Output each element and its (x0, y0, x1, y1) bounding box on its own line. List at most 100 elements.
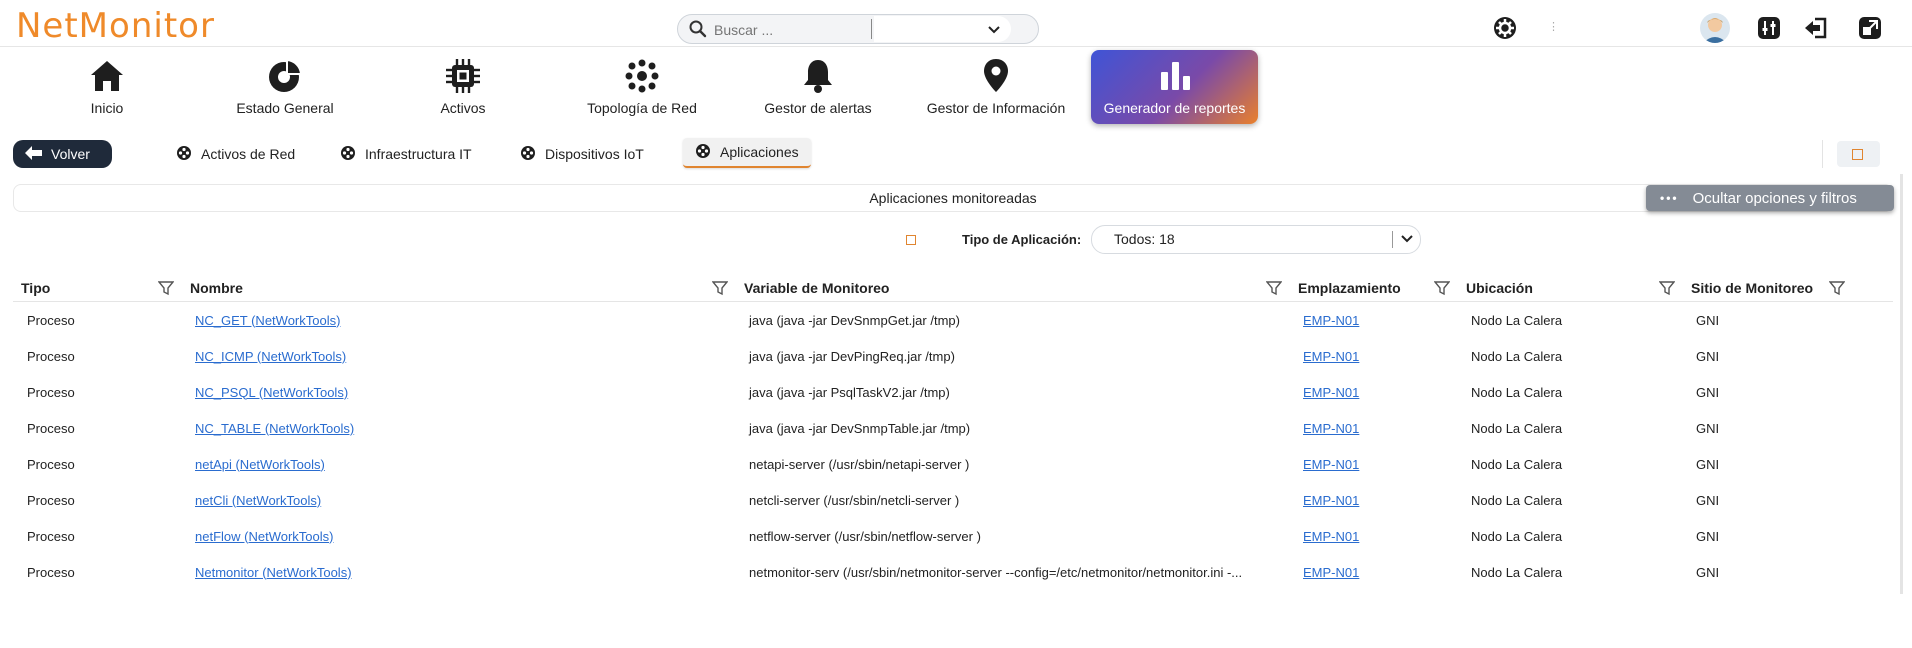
hide-options-label: Ocultar opciones y filtros (1692, 189, 1857, 207)
film-reel-icon (340, 145, 356, 164)
pie-chart-icon (267, 58, 303, 94)
app-name-link[interactable]: NC_PSQL (NetWorkTools) (195, 385, 348, 400)
cell-sitio: GNI (1696, 348, 1720, 364)
emplazamiento-link[interactable]: EMP-N01 (1303, 493, 1359, 508)
filter-funnel-icon[interactable] (711, 280, 729, 299)
chevron-down-icon[interactable] (983, 19, 1005, 41)
cell-nombre: Netmonitor (NetWorkTools) (182, 554, 736, 590)
app-name-link[interactable]: netApi (NetWorkTools) (195, 457, 325, 472)
settings-gear-icon[interactable] (1490, 13, 1520, 43)
emplazamiento-link[interactable]: EMP-N01 (1303, 385, 1359, 400)
cell-tipo: Proceso (27, 492, 75, 508)
export-toggle-button[interactable] (1837, 141, 1880, 167)
emplazamiento-link[interactable]: EMP-N01 (1303, 457, 1359, 472)
cell-sitio: GNI (1696, 528, 1720, 544)
filter-funnel-icon[interactable] (157, 280, 175, 299)
nav-item-gestor-de-informacion[interactable]: Gestor de Información (924, 50, 1068, 124)
user-avatar[interactable] (1700, 13, 1730, 43)
column-label: Tipo (21, 279, 51, 296)
table-row[interactable]: Proceso Netmonitor (NetWorkTools) netmon… (13, 554, 1893, 590)
emplazamiento-link[interactable]: EMP-N01 (1303, 565, 1359, 580)
nav-item-estado-general[interactable]: Estado General (225, 50, 345, 124)
cell-sitio: GNI (1696, 564, 1720, 580)
tab-activos-de-red[interactable]: Activos de Red (176, 140, 295, 168)
cell-emplazamiento: EMP-N01 (1290, 446, 1458, 482)
table-row[interactable]: Proceso NC_PSQL (NetWorkTools) java (jav… (13, 374, 1893, 410)
more-dots-icon: ••• (1660, 191, 1679, 205)
filter-funnel-icon[interactable] (1265, 280, 1283, 299)
nav-item-topologia-de-red[interactable]: Topología de Red (577, 50, 707, 124)
nav-label: Topología de Red (587, 100, 697, 116)
nav-label: Gestor de alertas (764, 100, 872, 116)
logout-icon[interactable] (1801, 13, 1831, 43)
cell-emplazamiento: EMP-N01 (1290, 338, 1458, 374)
column-header-nombre[interactable]: Nombre (182, 274, 736, 302)
search-divider (871, 19, 872, 39)
app-name-link[interactable]: Netmonitor (NetWorkTools) (195, 565, 352, 580)
nav-item-inicio[interactable]: Inicio (57, 50, 157, 124)
app-name-link[interactable]: NC_GET (NetWorkTools) (195, 313, 340, 328)
app-name-link[interactable]: netFlow (NetWorkTools) (195, 529, 333, 544)
column-header-ubicacion[interactable]: Ubicación (1458, 274, 1683, 302)
emplazamiento-link[interactable]: EMP-N01 (1303, 529, 1359, 544)
app-name-link[interactable]: NC_TABLE (NetWorkTools) (195, 421, 354, 436)
table-row[interactable]: Proceso NC_GET (NetWorkTools) java (java… (13, 302, 1893, 339)
filter-funnel-icon[interactable] (1828, 280, 1846, 299)
table-row[interactable]: Proceso NC_TABLE (NetWorkTools) java (ja… (13, 410, 1893, 446)
app-name-link[interactable]: NC_ICMP (NetWorkTools) (195, 349, 346, 364)
tab-infraestructura-it[interactable]: Infraestructura IT (340, 140, 472, 168)
back-button-label: Volver (51, 146, 90, 162)
cell-ubicacion: Nodo La Calera (1471, 312, 1563, 328)
switch-window-icon[interactable] (1855, 13, 1885, 43)
bar-chart-icon (1157, 58, 1193, 94)
arrow-left-icon (25, 145, 43, 163)
chevron-down-icon[interactable] (1399, 231, 1415, 250)
cell-variable: netcli-server (/usr/sbin/netcli-server ) (749, 492, 960, 508)
cell-ubicacion: Nodo La Calera (1471, 528, 1563, 544)
application-type-select[interactable]: Todos: 18 (1091, 225, 1421, 254)
table-row[interactable]: Proceso netApi (NetWorkTools) netapi-ser… (13, 446, 1893, 482)
column-header-variable-de-monitoreo[interactable]: Variable de Monitoreo (736, 274, 1290, 302)
mixer-controls-icon[interactable] (1754, 13, 1784, 43)
column-header-tipo[interactable]: Tipo (13, 274, 182, 302)
column-label: Ubicación (1466, 279, 1533, 296)
back-button[interactable]: Volver (13, 140, 112, 168)
filter-row: Tipo de Aplicación: Todos: 18 (0, 224, 1912, 254)
column-header-sitio-de-monitoreo[interactable]: Sitio de Monitoreo (1683, 274, 1893, 302)
table-row[interactable]: Proceso NC_ICMP (NetWorkTools) java (jav… (13, 338, 1893, 374)
nav-item-generador-de-reportes[interactable]: Generador de reportes (1091, 50, 1258, 124)
filter-funnel-icon[interactable] (1658, 280, 1676, 299)
sub-nav: Volver Activos de Red Infraestructura IT… (0, 134, 1912, 174)
chip-icon (445, 58, 481, 94)
tab-aplicaciones[interactable]: Aplicaciones (683, 138, 811, 168)
cell-nombre: NC_ICMP (NetWorkTools) (182, 338, 736, 374)
cell-ubicacion: Nodo La Calera (1471, 456, 1563, 472)
column-label: Nombre (190, 279, 243, 296)
emplazamiento-link[interactable]: EMP-N01 (1303, 349, 1359, 364)
checkbox-square-icon (1852, 149, 1863, 160)
main-nav: Inicio Estado General Activos Topología … (0, 47, 1912, 127)
nav-item-activos[interactable]: Activos (413, 50, 513, 124)
emplazamiento-link[interactable]: EMP-N01 (1303, 313, 1359, 328)
cell-nombre: netCli (NetWorkTools) (182, 482, 736, 518)
tab-label: Aplicaciones (720, 144, 799, 160)
search-icon (688, 19, 708, 39)
filter-funnel-icon[interactable] (1433, 280, 1451, 299)
cell-emplazamiento: EMP-N01 (1290, 410, 1458, 446)
app-name-link[interactable]: netCli (NetWorkTools) (195, 493, 321, 508)
search-scope-select[interactable] (874, 16, 1011, 42)
cell-variable: java (java -jar DevSnmpTable.jar /tmp) (749, 420, 971, 436)
cell-tipo: Proceso (27, 348, 75, 364)
column-header-emplazamiento[interactable]: Emplazamiento (1290, 274, 1458, 302)
tab-dispositivos-iot[interactable]: Dispositivos IoT (520, 140, 644, 168)
cell-sitio: GNI (1696, 312, 1720, 328)
table-row[interactable]: Proceso netFlow (NetWorkTools) netflow-s… (13, 518, 1893, 554)
nav-label: Generador de reportes (1103, 100, 1246, 116)
nav-item-gestor-de-alertas[interactable]: Gestor de alertas (756, 50, 880, 124)
hide-options-button[interactable]: ••• Ocultar opciones y filtros (1646, 185, 1894, 211)
app-logo[interactable]: NetMonitor (16, 6, 215, 46)
filter-checkbox[interactable] (906, 235, 916, 245)
table-row[interactable]: Proceso netCli (NetWorkTools) netcli-ser… (13, 482, 1893, 518)
emplazamiento-link[interactable]: EMP-N01 (1303, 421, 1359, 436)
search-box (677, 14, 1039, 44)
